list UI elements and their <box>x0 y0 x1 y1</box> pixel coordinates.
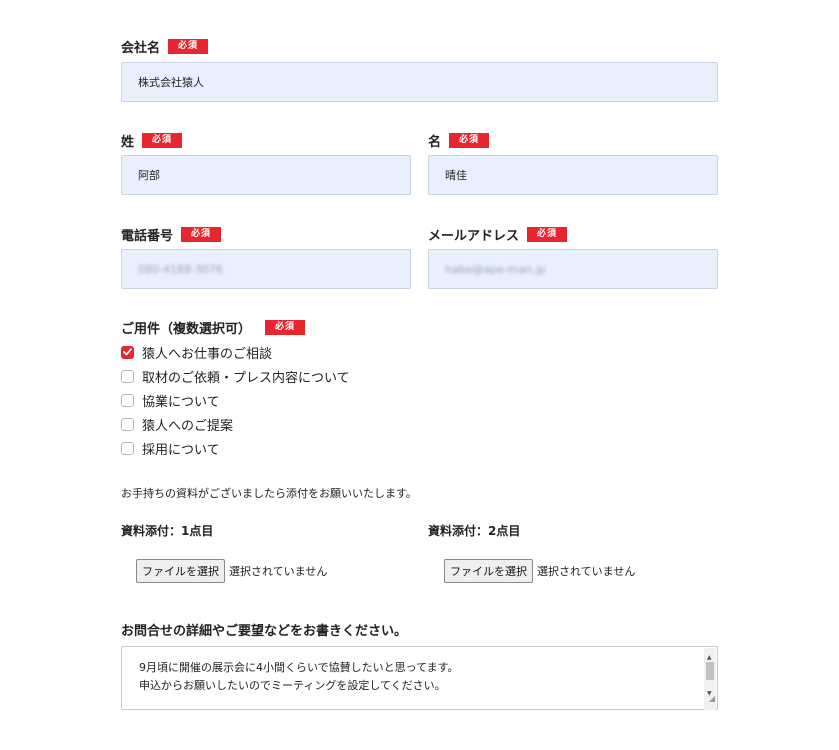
cut-off-heading: ━ ━━ ━━ ━━ ━ <box>118 0 235 7</box>
details-line: 9月頃に開催の展示会に4小間くらいで協賛したいと思ってます。 <box>139 661 459 674</box>
required-badge: 必須 <box>449 133 490 148</box>
attachment2-file-input: ファイルを選択 選択されていません <box>444 559 635 583</box>
choose-file-button[interactable]: ファイルを選択 <box>444 559 533 583</box>
scrollbar-thumb[interactable] <box>706 662 714 680</box>
required-badge: 必須 <box>527 227 568 242</box>
required-badge: 必須 <box>181 227 222 242</box>
required-badge: 必須 <box>142 133 183 148</box>
first-name-label-row: 名 必須 <box>428 131 490 150</box>
inquiry-label: ご用件（複数選択可） <box>121 322 252 337</box>
phone-label: 電話番号 <box>121 229 174 244</box>
checkmark-icon <box>123 348 132 356</box>
first-name-label: 名 <box>428 135 442 150</box>
first-name-input[interactable]: 晴佳 <box>428 155 718 195</box>
attachment1-file-input: ファイルを選択 選択されていません <box>136 559 327 583</box>
phone-input[interactable]: 080-4188-3076 <box>121 249 411 289</box>
details-label: お問合せの詳細やご要望などをお書きください。 <box>121 624 408 639</box>
checkbox[interactable] <box>121 393 134 407</box>
email-label: メールアドレス <box>428 229 520 244</box>
last-name-label: 姓 <box>121 135 135 150</box>
file-status: 選択されていません <box>229 565 328 578</box>
inquiry-option[interactable]: 取材のご依頼・プレス内容について <box>121 364 350 388</box>
inquiry-option-label: 協業について <box>142 394 220 410</box>
inquiry-label-row: ご用件（複数選択可） 必須 <box>121 318 306 337</box>
resize-grip-icon[interactable]: ◢ <box>709 690 715 708</box>
email-label-row: メールアドレス 必須 <box>428 225 568 244</box>
inquiry-option-label: 猿人へお仕事のご相談 <box>142 346 273 362</box>
inquiry-option[interactable]: 猿人へのご提案 <box>121 412 350 436</box>
attachment-note: お手持ちの資料がございましたら添付をお願いいたします。 <box>121 487 417 500</box>
email-value: habe@ape-man.jp <box>445 262 546 276</box>
inquiry-option[interactable]: 協業について <box>121 388 350 412</box>
inquiry-option-label: 取材のご依頼・プレス内容について <box>142 370 350 386</box>
inquiry-option-label: 猿人へのご提案 <box>142 418 234 434</box>
details-line: 申込からお願いしたいのでミーティングを設定してください。 <box>139 679 446 692</box>
checkbox-checked[interactable] <box>121 345 134 359</box>
last-name-label-row: 姓 必須 <box>121 131 183 150</box>
last-name-value: 阿部 <box>138 169 160 182</box>
inquiry-option[interactable]: 採用について <box>121 436 350 460</box>
required-badge: 必須 <box>265 320 306 335</box>
phone-label-row: 電話番号 必須 <box>121 225 222 244</box>
attachment2-label: 資料添付：2点目 <box>428 524 521 538</box>
last-name-input[interactable]: 阿部 <box>121 155 411 195</box>
checkbox[interactable] <box>121 417 134 431</box>
attachment1-label: 資料添付：1点目 <box>121 524 214 538</box>
checkbox[interactable] <box>121 441 134 455</box>
choose-file-button[interactable]: ファイルを選択 <box>136 559 225 583</box>
inquiry-checkbox-group: 猿人へお仕事のご相談 取材のご依頼・プレス内容について 協業について 猿人へのご… <box>121 340 350 460</box>
first-name-value: 晴佳 <box>445 169 467 182</box>
details-textarea[interactable]: 9月頃に開催の展示会に4小間くらいで協賛したいと思ってます。 申込からお願いした… <box>121 646 718 710</box>
inquiry-option[interactable]: 猿人へお仕事のご相談 <box>121 340 350 364</box>
checkbox[interactable] <box>121 369 134 383</box>
inquiry-option-label: 採用について <box>142 442 220 458</box>
company-label-row: 会社名 必須 <box>121 37 209 56</box>
file-status: 選択されていません <box>537 565 636 578</box>
email-input[interactable]: habe@ape-man.jp <box>428 249 718 289</box>
required-badge: 必須 <box>168 39 209 54</box>
phone-value: 080-4188-3076 <box>138 262 223 276</box>
company-value: 株式会社猿人 <box>138 76 204 89</box>
company-input[interactable]: 株式会社猿人 <box>121 62 718 102</box>
company-label: 会社名 <box>121 41 161 56</box>
